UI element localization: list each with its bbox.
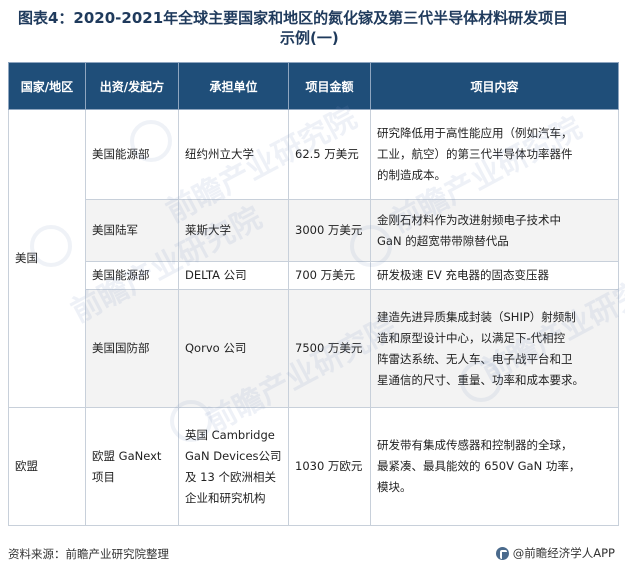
- amount-cell: 3000 万美元: [288, 199, 371, 262]
- region-cell-usa: 美国: [8, 109, 86, 408]
- header-unit: 承担单位: [178, 62, 289, 110]
- header-amount: 项目金额: [288, 62, 371, 110]
- content-line: 工业，航空）的第三代半导体功率器件: [377, 147, 573, 161]
- table-header-row: 国家/地区 出资/发起方 承担单位 项目金额 项目内容: [8, 62, 619, 110]
- table-row: 美国陆军 莱斯大学 3000 万美元 金刚石材料作为改进射频电子技术中 GaN …: [9, 199, 619, 262]
- table-row: 美国国防部 Qorvo 公司 7500 万美元 建造先进异质集成封装（SHIP）…: [9, 289, 619, 408]
- brand-label: @前瞻经济学人APP: [512, 546, 615, 560]
- content-line: 造和原型设计中心，以满足下-代相控: [377, 330, 566, 345]
- unit-line: GaN Devices公司: [185, 448, 282, 463]
- unit-line: 英国 Cambridge: [185, 427, 275, 442]
- unit-cell: Qorvo 公司: [178, 289, 289, 408]
- funder-cell: 欧盟 GaNext 项目: [85, 407, 179, 526]
- content-line: 研发带有集成传感器和控制器的全球，: [377, 438, 573, 452]
- amount-cell: 1030 万欧元: [288, 407, 371, 526]
- content-line: 的制造成本。: [377, 168, 446, 182]
- title-line-2: 示例(一): [280, 29, 339, 47]
- unit-line: 及 13 个欧洲相关: [185, 469, 276, 484]
- content-line: 研究降低用于高性能应用（例如汽车，: [377, 126, 573, 140]
- header-content: 项目内容: [370, 62, 619, 110]
- title-line-1: 图表4：2020-2021年全球主要国家和地区的氮化镓及第三代半导体材料研发项目: [18, 9, 569, 27]
- unit-cell: 莱斯大学: [178, 199, 289, 262]
- header-region: 国家/地区: [8, 62, 86, 110]
- content-line: 研发极速 EV 充电器的固态变压器: [377, 268, 549, 282]
- header-funder: 出资/发起方: [85, 62, 179, 110]
- chart-title: 图表4：2020-2021年全球主要国家和地区的氮化镓及第三代半导体材料研发项目…: [18, 8, 610, 48]
- content-line: 模块。: [377, 480, 412, 494]
- amount-cell: 7500 万美元: [288, 289, 371, 408]
- region-cell-europe: 欧盟: [8, 407, 86, 526]
- content-cell: 研究降低用于高性能应用（例如汽车， 工业，航空）的第三代半导体功率器件 的制造成…: [370, 109, 619, 200]
- funder-cell: 美国国防部: [85, 289, 179, 408]
- funder-line: 项目: [92, 469, 115, 484]
- unit-cell: 英国 Cambridge GaN Devices公司 及 13 个欧洲相关 企业…: [178, 407, 289, 526]
- table-row: 美国能源部 DELTA 公司 700 万美元 研发极速 EV 充电器的固态变压器: [9, 261, 619, 290]
- content-cell: 研发极速 EV 充电器的固态变压器: [370, 261, 619, 290]
- content-line: GaN 的超宽带带隙替代品: [377, 233, 509, 248]
- table-row: 欧盟 欧盟 GaNext 项目 英国 Cambridge GaN Devices…: [8, 407, 619, 526]
- funder-line: 欧盟 GaNext: [92, 448, 162, 463]
- funder-cell: 美国能源部: [85, 261, 179, 290]
- brand-credit: @前瞻经济学人APP: [495, 545, 615, 561]
- projects-table: 国家/地区 出资/发起方 承担单位 项目金额 项目内容 美国 美国能源部 纽约州…: [8, 62, 619, 526]
- content-cell: 建造先进异质集成封装（SHIP）射频制 造和原型设计中心，以满足下-代相控 阵雷…: [370, 289, 619, 408]
- content-line: 建造先进异质集成封装（SHIP）射频制: [377, 309, 576, 324]
- source-note: 资料来源：前瞻产业研究院整理: [8, 547, 169, 561]
- content-cell: 研发带有集成传感器和控制器的全球， 最紧凑、最具能效的 650V GaN 功率，…: [370, 407, 619, 526]
- funder-cell: 美国陆军: [85, 199, 179, 262]
- unit-cell: 纽约州立大学: [178, 109, 289, 200]
- content-line: 金刚石材料作为改进射频电子技术中: [377, 212, 561, 227]
- table-row: 美国 美国能源部 纽约州立大学 62.5 万美元 研究降低用于高性能应用（例如汽…: [8, 109, 619, 408]
- unit-cell: DELTA 公司: [178, 261, 289, 290]
- content-line: 最紧凑、最具能效的 650V GaN 功率，: [377, 459, 581, 473]
- funder-cell: 美国能源部: [85, 109, 179, 200]
- content-line: 星通信的尺寸、重量、功率和成本要求。: [377, 372, 584, 387]
- brand-logo-icon: [495, 546, 509, 560]
- amount-cell: 62.5 万美元: [288, 109, 371, 200]
- content-cell: 金刚石材料作为改进射频电子技术中 GaN 的超宽带带隙替代品: [370, 199, 619, 262]
- content-line: 阵雷达系统、无人车、电子战平台和卫: [377, 351, 573, 366]
- amount-cell: 700 万美元: [288, 261, 371, 290]
- unit-line: 企业和研究机构: [185, 490, 266, 505]
